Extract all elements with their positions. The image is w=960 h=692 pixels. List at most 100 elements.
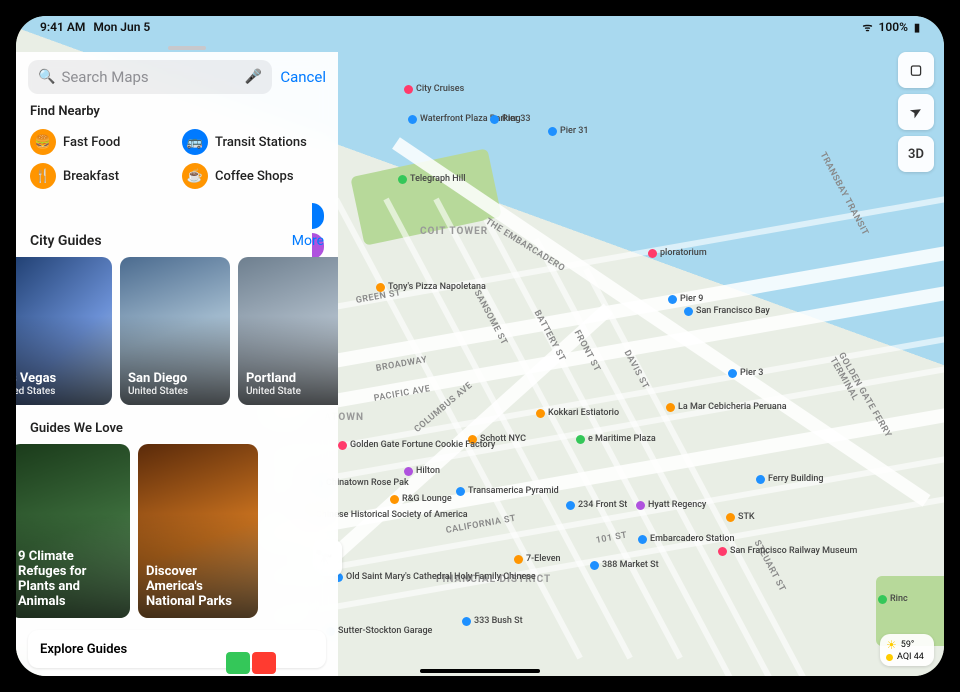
- poi-label: Pier 31: [560, 126, 589, 136]
- map-controls: ▢ ➤ 3D: [898, 52, 934, 172]
- map-poi[interactable]: ploratorium: [648, 248, 707, 258]
- poi-label: City Cruises: [416, 84, 464, 94]
- poi-label: STK: [738, 512, 755, 522]
- 3d-button[interactable]: 3D: [898, 136, 934, 172]
- map-poi[interactable]: San Francisco Bay: [684, 306, 770, 316]
- nearby-label: Transit Stations: [215, 135, 307, 150]
- map-poi[interactable]: STK: [726, 512, 755, 522]
- nearby-label: Breakfast: [63, 169, 119, 184]
- weather-widget[interactable]: ☀59° AQI 44: [880, 634, 934, 666]
- poi-label: 7-Eleven: [526, 554, 561, 564]
- poi-label: Pier 9: [680, 294, 703, 304]
- map-poi[interactable]: 234 Front St: [566, 500, 627, 510]
- card-title: Discover America's National Parks: [146, 565, 250, 610]
- map-poi[interactable]: Hyatt Regency: [636, 500, 706, 510]
- poi-label: La Mar Cebicheria Peruana: [678, 402, 787, 412]
- cancel-button[interactable]: Cancel: [280, 68, 326, 86]
- map-poi[interactable]: Pier 9: [668, 294, 703, 304]
- poi-label: Chinese Historical Society of America: [316, 510, 468, 520]
- map-poi[interactable]: Transamerica Pyramid: [456, 486, 559, 496]
- map-mode-icon: ▢: [910, 63, 922, 78]
- map-poi[interactable]: Sutter-Stockton Garage: [326, 626, 432, 636]
- nearby-item[interactable]: 🚌Transit Stations: [182, 129, 324, 155]
- poi-label: Telegraph Hill: [410, 174, 466, 184]
- poi-dot-icon: [638, 535, 647, 544]
- running-apps-indicator: [226, 652, 276, 674]
- nearby-item[interactable]: ☕Coffee Shops: [182, 163, 324, 189]
- city-guide-card[interactable]: PortlandUnited State: [238, 257, 338, 405]
- weather-temp: 59°: [901, 640, 914, 650]
- status-time: 9:41 AM: [40, 20, 85, 34]
- poi-label: Sutter-Stockton Garage: [338, 626, 432, 636]
- city-guides-heading: City Guides: [30, 233, 102, 249]
- poi-dot-icon: [684, 307, 693, 316]
- poi-dot-icon: [666, 403, 675, 412]
- poi-dot-icon: [566, 501, 575, 510]
- panel-drag-handle[interactable]: [168, 46, 206, 50]
- map-poi[interactable]: San Francisco Railway Museum: [718, 546, 857, 556]
- card-subtitle: United States: [128, 386, 222, 397]
- map-poi[interactable]: City Cruises: [404, 84, 464, 94]
- card-title: s Vegas: [16, 372, 104, 386]
- map-poi[interactable]: Ferry Building: [756, 474, 824, 484]
- search-input[interactable]: 🔍 Search Maps 🎤: [28, 60, 272, 94]
- map-poi[interactable]: R&G Lounge: [390, 494, 452, 504]
- mic-icon[interactable]: 🎤: [245, 69, 262, 85]
- city-guide-card[interactable]: San DiegoUnited States: [120, 257, 230, 405]
- search-placeholder: Search Maps: [61, 68, 238, 86]
- map-poi[interactable]: e Maritime Plaza: [576, 434, 656, 444]
- 3d-label: 3D: [908, 147, 924, 162]
- map-poi[interactable]: Telegraph Hill: [398, 174, 466, 184]
- poi-label: Pier 33: [502, 114, 531, 124]
- locate-me-button[interactable]: ➤: [898, 94, 934, 130]
- map-poi[interactable]: Pier 3: [728, 368, 763, 378]
- find-nearby-heading: Find Nearby: [30, 104, 100, 119]
- map-poi[interactable]: Old Saint Mary's Cathedral Holy Family C…: [334, 572, 536, 582]
- map-poi[interactable]: Hilton: [404, 466, 440, 476]
- aqi-dot-icon: [886, 654, 893, 661]
- app-dot-icon: [252, 652, 276, 674]
- poi-dot-icon: [376, 283, 385, 292]
- nearby-item[interactable]: 🍴 Breakfast: [30, 163, 172, 189]
- home-indicator[interactable]: [420, 669, 540, 673]
- explore-guides-label: Explore Guides: [40, 642, 127, 657]
- poi-dot-icon: [648, 249, 657, 258]
- card-title: San Diego: [128, 372, 222, 386]
- poi-label: Kokkari Estiatorio: [548, 408, 619, 418]
- nearby-label: Coffee Shops: [215, 169, 294, 184]
- poi-dot-icon: [718, 547, 727, 556]
- map-poi[interactable]: La Mar Cebicheria Peruana: [666, 402, 787, 412]
- poi-dot-icon: [490, 115, 499, 124]
- card-subtitle: ted States: [16, 386, 104, 397]
- map-poi[interactable]: Rinc: [878, 594, 908, 604]
- battery-pct: 100%: [879, 20, 908, 34]
- street-label: Davis St: [622, 349, 651, 391]
- city-guide-card[interactable]: s Vegasted States: [16, 257, 112, 405]
- poi-dot-icon: [668, 295, 677, 304]
- weather-aqi: AQI 44: [897, 652, 924, 662]
- map-mode-button[interactable]: ▢: [898, 52, 934, 88]
- map-poi[interactable]: 333 Bush St: [462, 616, 523, 626]
- map-poi[interactable]: Pier 31: [548, 126, 589, 136]
- guide-card[interactable]: 9 Climate Refuges for Plants and Animals: [16, 444, 130, 618]
- map-poi[interactable]: Pier 33: [490, 114, 531, 124]
- map-poi[interactable]: Golden Gate Fortune Cookie Factory: [338, 440, 495, 450]
- poi-dot-icon: [338, 441, 347, 450]
- map-poi[interactable]: 7-Eleven: [514, 554, 561, 564]
- map-poi[interactable]: Tony's Pizza Napoletana: [376, 282, 486, 292]
- poi-label: ploratorium: [660, 248, 707, 258]
- map-poi[interactable]: Kokkari Estiatorio: [536, 408, 619, 418]
- guides-we-love-heading: Guides We Love: [30, 421, 123, 436]
- guide-card[interactable]: Discover America's National Parks: [138, 444, 258, 618]
- poi-label: Old Saint Mary's Cathedral Holy Family C…: [346, 572, 536, 582]
- map-poi[interactable]: Embarcadero Station: [638, 534, 735, 544]
- poi-dot-icon: [576, 435, 585, 444]
- search-icon: 🔍: [38, 69, 55, 85]
- breakfast-icon: 🍴: [30, 163, 56, 189]
- explore-guides-button[interactable]: Explore Guides: [28, 630, 326, 668]
- map-poi[interactable]: 388 Market St: [590, 560, 659, 570]
- nearby-item[interactable]: 🍔Fast Food: [30, 129, 172, 155]
- poi-dot-icon: [404, 85, 413, 94]
- city-guides-more[interactable]: More: [292, 233, 324, 249]
- card-title: Portland: [246, 372, 338, 386]
